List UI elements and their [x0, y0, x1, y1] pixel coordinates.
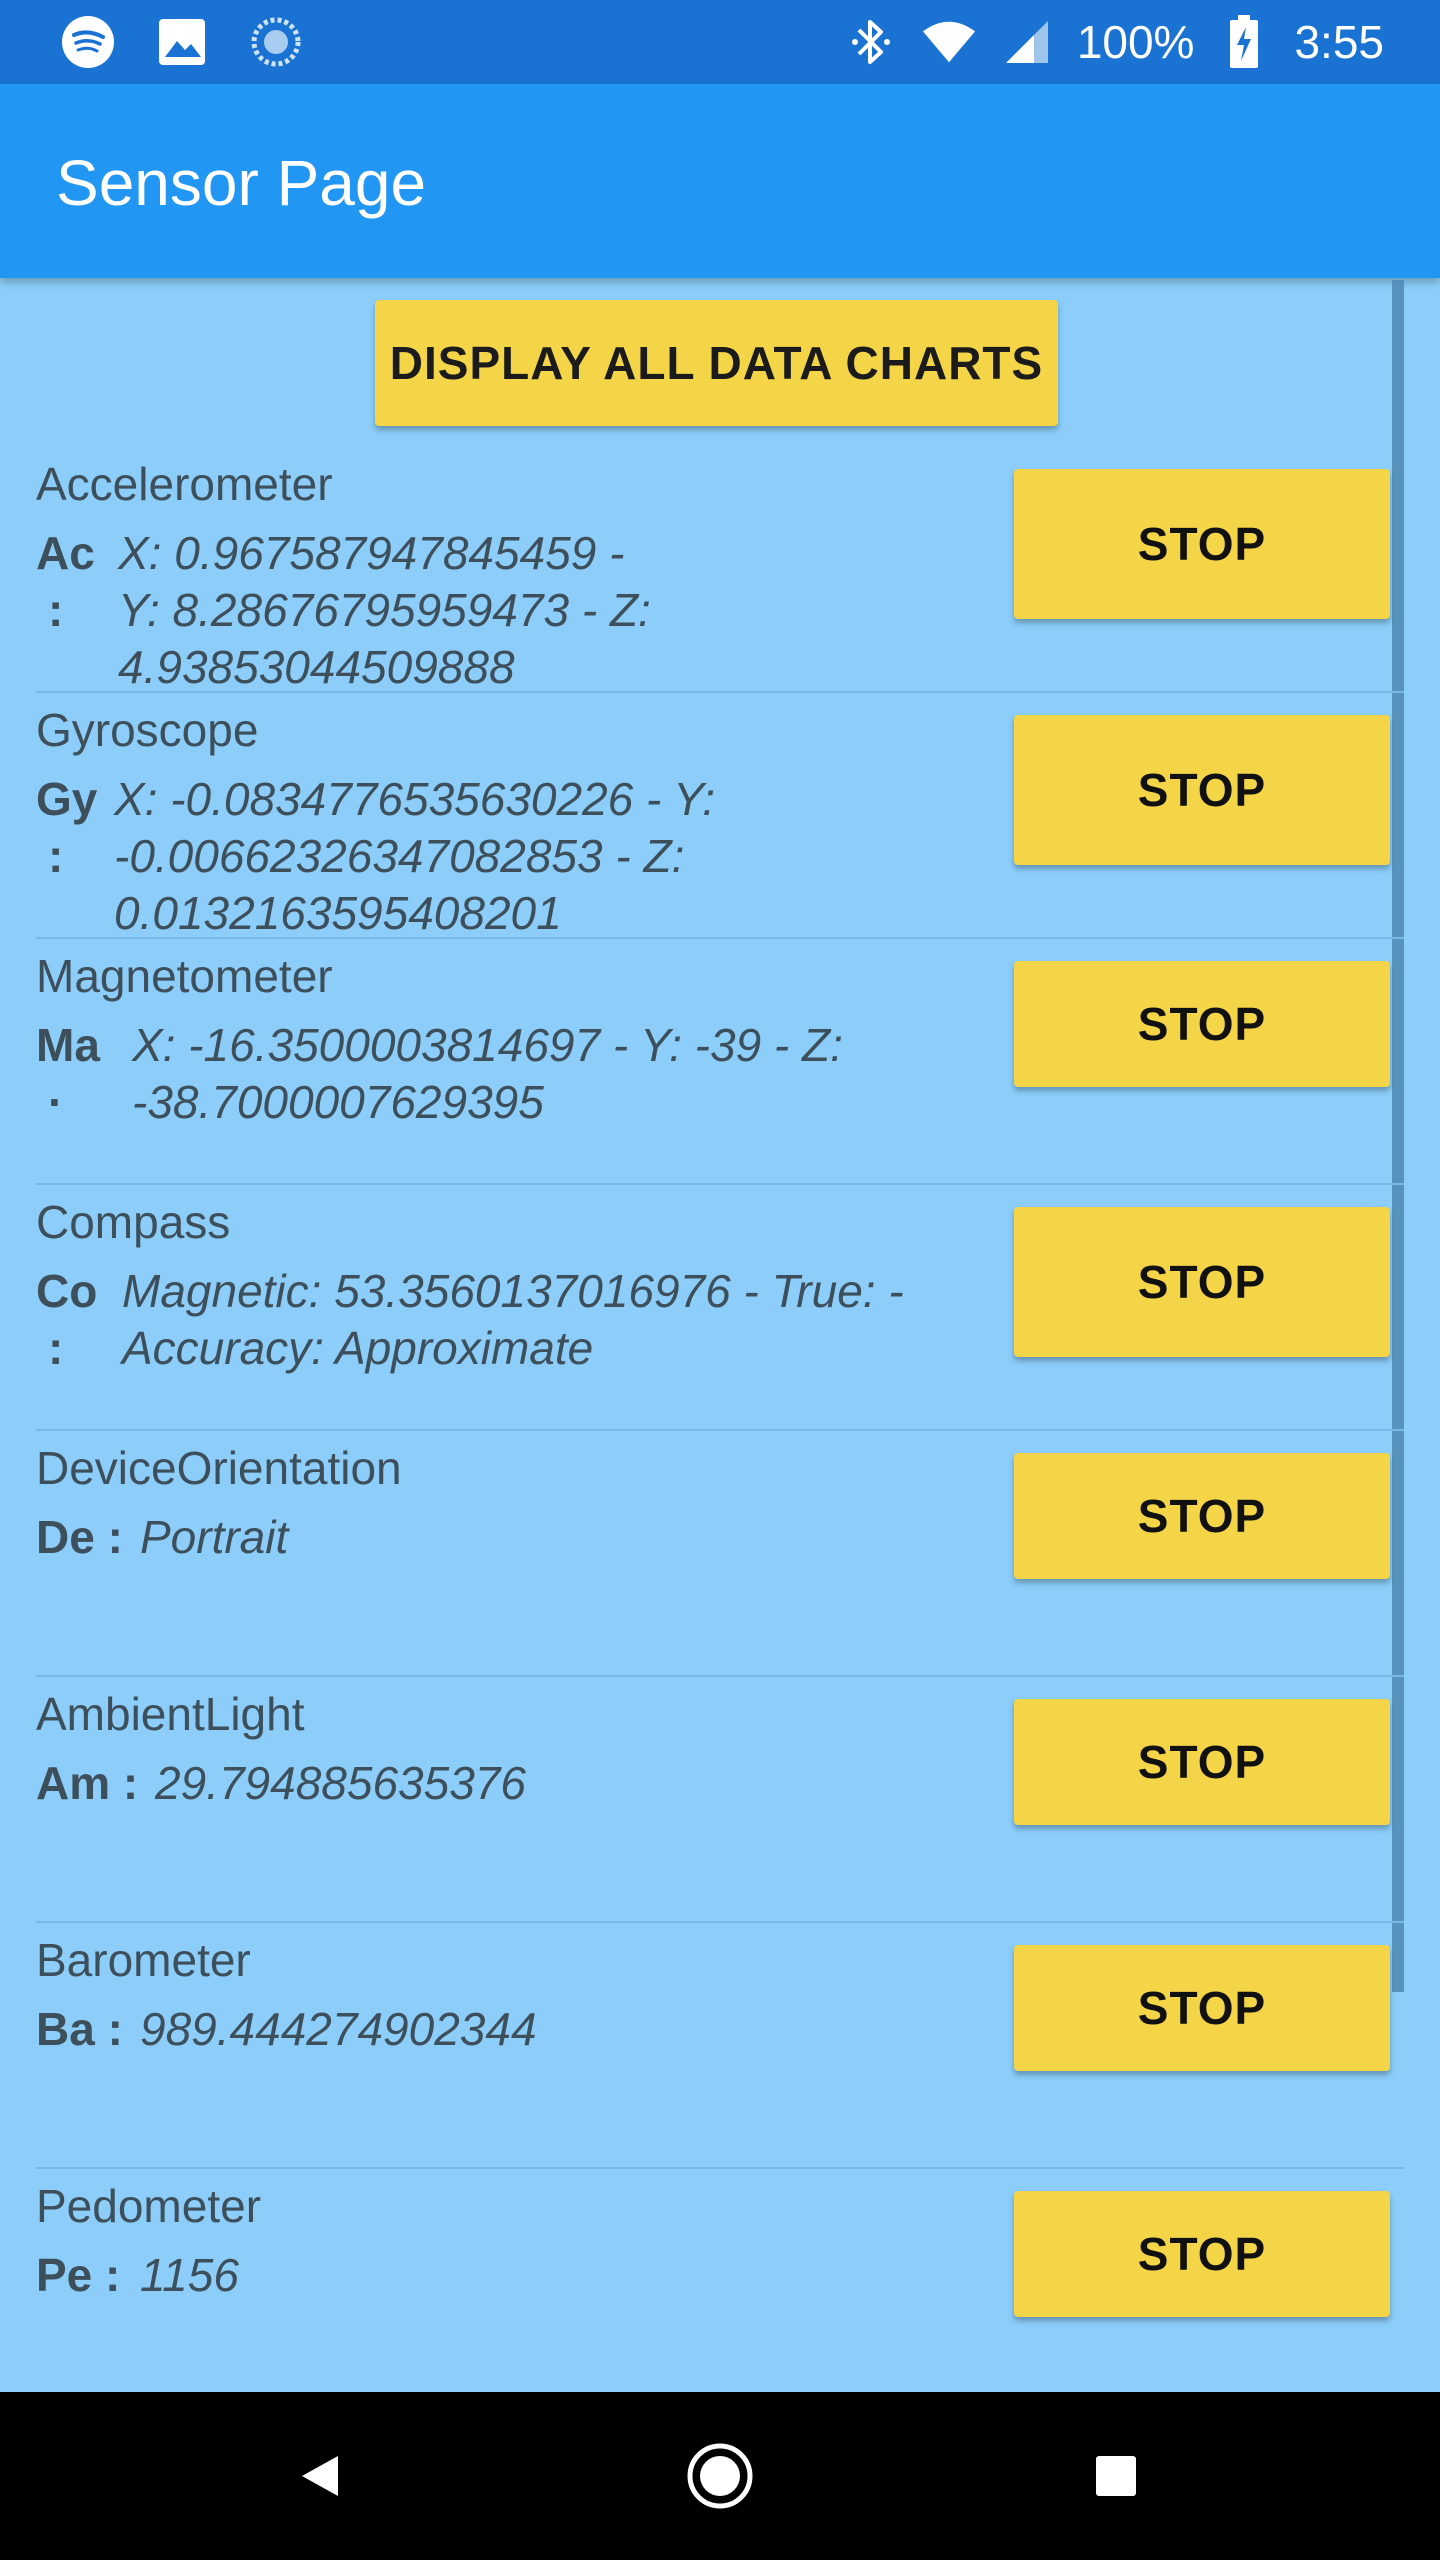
sensor-value: X: -16.3500003814697 - Y: -39 - Z: -38.7… [132, 1019, 843, 1128]
display-all-charts-button[interactable]: DISPLAY ALL DATA CHARTS [375, 300, 1058, 426]
stop-button-gyroscope[interactable]: STOP [1014, 715, 1390, 865]
sensor-abbr: Am : [36, 1757, 139, 1809]
sensor-row-barometer: Barometer Ba : 989.444274902344 STOP [0, 1923, 1440, 2169]
stop-button-barometer[interactable]: STOP [1014, 1945, 1390, 2071]
home-icon[interactable] [676, 2392, 764, 2560]
sensor-abbr: Co : [36, 1265, 98, 1374]
sensor-row-magnetometer: Magnetometer Ma · X: -16.3500003814697 -… [0, 939, 1440, 1185]
sensor-row-accelerometer: Accelerometer Ac : X: 0.967587947845459 … [0, 447, 1440, 693]
page-title: Sensor Page [56, 147, 427, 219]
stop-button-magnetometer[interactable]: STOP [1014, 961, 1390, 1087]
sensor-name: Gyroscope [36, 704, 259, 756]
sensor-value: Magnetic: 53.3560137016976 - True: - Acc… [122, 1265, 904, 1374]
sensor-abbr: De : [36, 1511, 123, 1563]
sensor-name: Pedometer [36, 2180, 262, 2232]
sensor-value: Portrait [140, 1511, 289, 1563]
spotify-icon [60, 16, 116, 68]
battery-charging-icon [1216, 15, 1272, 68]
recent-apps-icon[interactable] [1076, 2392, 1156, 2560]
status-bar: 100% 3:55 [0, 0, 1440, 84]
sensor-name: AmbientLight [36, 1688, 305, 1740]
sensor-abbr: Ac : [36, 527, 95, 636]
sensor-value: 1156 [140, 2249, 239, 2301]
sensor-abbr: Pe : [36, 2249, 121, 2301]
sensor-abbr: Ma · [36, 1019, 100, 1128]
sensor-name: DeviceOrientation [36, 1442, 402, 1494]
sensor-abbr: Ba : [36, 2003, 123, 2055]
sensor-value: X: 0.967587947845459 - Y: 8.286767959594… [118, 527, 651, 693]
wifi-icon [921, 16, 977, 68]
sensor-row-pedometer: Pedometer Pe : 1156 STOP [0, 2169, 1440, 2415]
sensor-value: 29.794885635376 [155, 1757, 526, 1809]
battery-percent: 100% [1076, 16, 1195, 68]
app-bar: Sensor Page [0, 84, 1440, 278]
sensor-row-ambient-light: AmbientLight Am : 29.794885635376 STOP [0, 1677, 1440, 1923]
signal-icon [999, 16, 1055, 68]
bluetooth-icon [843, 16, 899, 68]
sensor-row-compass: Compass Co : Magnetic: 53.3560137016976 … [0, 1185, 1440, 1431]
sensor-value: X: -0.0834776535630226 - Y: -0.006623263… [114, 773, 716, 939]
image-icon [154, 16, 210, 68]
status-time: 3:55 [1294, 16, 1384, 68]
sensor-value: 989.444274902344 [140, 2003, 537, 2055]
navigation-bar [0, 2392, 1440, 2560]
sensor-name: Compass [36, 1196, 231, 1248]
stop-button-pedometer[interactable]: STOP [1014, 2191, 1390, 2317]
sensor-row-device-orientation: DeviceOrientation De : Portrait STOP [0, 1431, 1440, 1677]
sensor-row-gyroscope: Gyroscope Gy : X: -0.0834776535630226 - … [0, 693, 1440, 939]
stop-button-device-orientation[interactable]: STOP [1014, 1453, 1390, 1579]
stop-button-accelerometer[interactable]: STOP [1014, 469, 1390, 619]
sensor-name: Accelerometer [36, 458, 333, 510]
stop-button-compass[interactable]: STOP [1014, 1207, 1390, 1357]
sensor-abbr: Gy : [36, 773, 98, 882]
sensor-name: Barometer [36, 1934, 251, 1986]
sensor-name: Magnetometer [36, 950, 333, 1002]
sync-icon [248, 16, 304, 68]
stop-button-ambient-light[interactable]: STOP [1014, 1699, 1390, 1825]
back-icon[interactable] [280, 2392, 360, 2560]
